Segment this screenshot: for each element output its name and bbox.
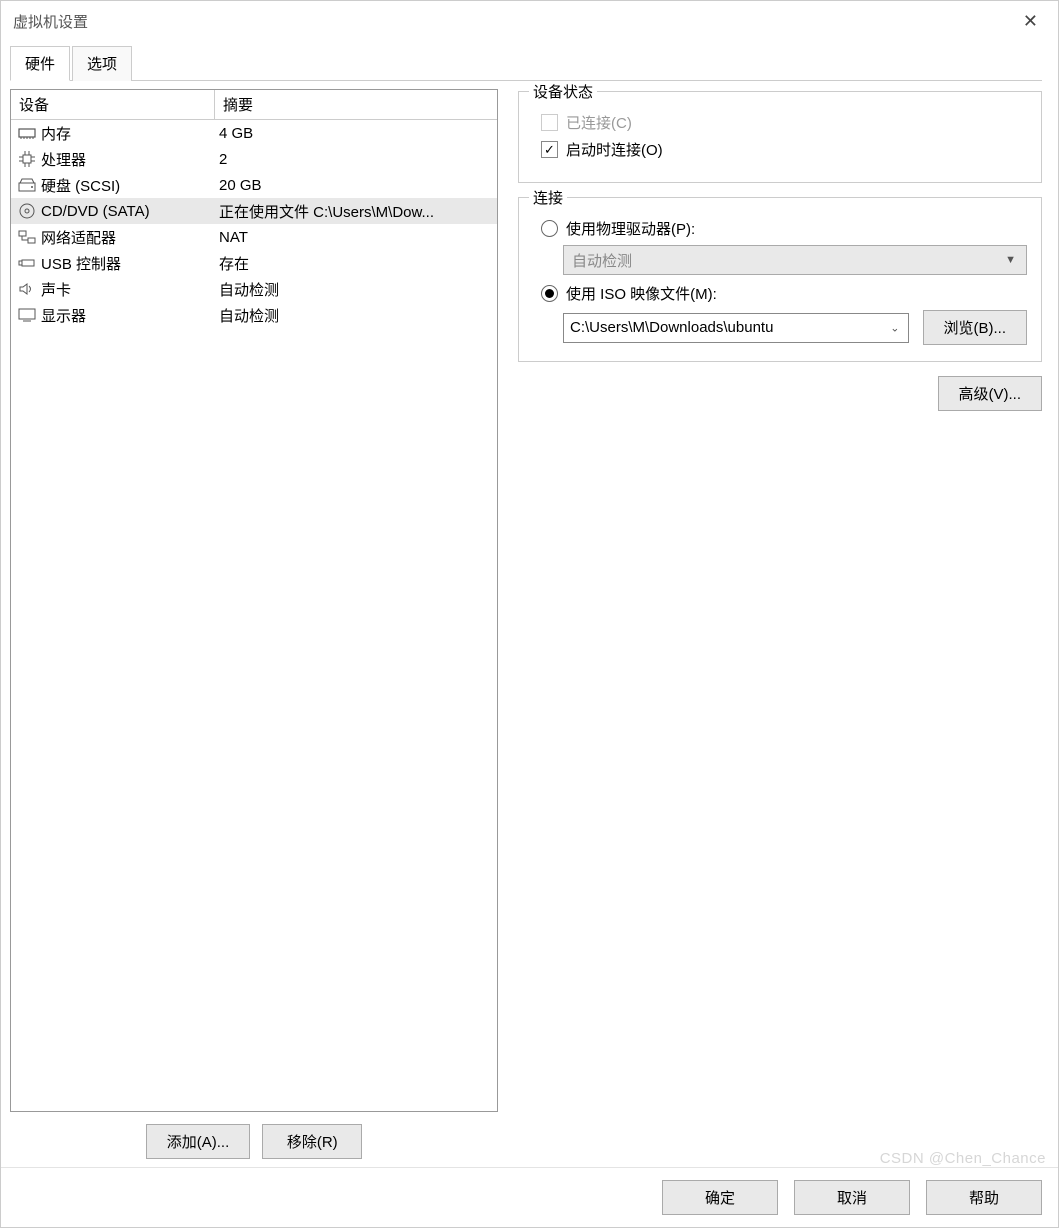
radio-use-iso[interactable]: 使用 ISO 映像文件(M): [541, 283, 1027, 304]
device-label: CD/DVD (SATA) [41, 203, 219, 220]
close-icon[interactable]: ✕ [1015, 11, 1046, 32]
tab-bar: 硬件 选项 [10, 45, 1042, 81]
checkbox-icon[interactable]: ✓ [541, 141, 558, 158]
device-row-disk[interactable]: 硬盘 (SCSI) 20 GB [11, 172, 497, 198]
radio-label: 使用物理驱动器(P): [566, 218, 695, 239]
checkbox-icon [541, 114, 558, 131]
group-legend: 设备状态 [529, 81, 597, 102]
col-header-summary: 摘要 [215, 90, 497, 119]
device-summary: 4 GB [219, 125, 491, 142]
device-label: USB 控制器 [41, 253, 219, 274]
device-row-memory[interactable]: 内存 4 GB [11, 120, 497, 146]
device-row-network[interactable]: 网络适配器 NAT [11, 224, 497, 250]
device-label: 声卡 [41, 279, 219, 300]
device-label: 处理器 [41, 149, 219, 170]
radio-icon[interactable] [541, 285, 558, 302]
device-row-sound[interactable]: 声卡 自动检测 [11, 276, 497, 302]
radio-icon[interactable] [541, 220, 558, 237]
network-icon [17, 228, 37, 246]
col-header-device: 设备 [11, 90, 215, 119]
device-summary: 自动检测 [219, 279, 491, 300]
device-summary: 2 [219, 151, 491, 168]
browse-button[interactable]: 浏览(B)... [923, 310, 1028, 345]
disk-icon [17, 176, 37, 194]
window-title: 虚拟机设置 [13, 11, 1015, 32]
add-button[interactable]: 添加(A)... [146, 1124, 251, 1159]
titlebar: 虚拟机设置 ✕ [1, 1, 1058, 41]
dialog-footer: 确定 取消 帮助 [1, 1167, 1058, 1227]
ok-button[interactable]: 确定 [662, 1180, 778, 1215]
device-summary: NAT [219, 229, 491, 246]
device-row-cddvd[interactable]: CD/DVD (SATA) 正在使用文件 C:\Users\M\Dow... [11, 198, 497, 224]
device-list-header: 设备 摘要 [11, 90, 497, 120]
display-icon [17, 306, 37, 324]
sound-icon [17, 280, 37, 298]
checkbox-connect-on-power[interactable]: ✓ 启动时连接(O) [541, 139, 1027, 160]
cpu-icon [17, 150, 37, 168]
physical-drive-select: 自动检测 ▼ [563, 245, 1027, 275]
radio-use-physical[interactable]: 使用物理驱动器(P): [541, 218, 1027, 239]
advanced-button[interactable]: 高级(V)... [938, 376, 1043, 411]
checkbox-connected: 已连接(C) [541, 112, 1027, 133]
remove-button[interactable]: 移除(R) [262, 1124, 362, 1159]
select-value: 自动检测 [572, 250, 632, 271]
connection-group: 连接 使用物理驱动器(P): 自动检测 ▼ 使用 ISO 映像文件(M): [518, 197, 1042, 362]
checkbox-label: 已连接(C) [566, 112, 632, 133]
cd-icon [17, 202, 37, 220]
usb-icon [17, 254, 37, 272]
chevron-down-icon: ▼ [1005, 254, 1016, 266]
device-summary: 正在使用文件 C:\Users\M\Dow... [219, 201, 491, 222]
device-row-cpu[interactable]: 处理器 2 [11, 146, 497, 172]
device-summary: 存在 [219, 253, 491, 274]
tab-options[interactable]: 选项 [72, 46, 132, 81]
device-row-display[interactable]: 显示器 自动检测 [11, 302, 497, 328]
device-label: 硬盘 (SCSI) [41, 175, 219, 196]
radio-label: 使用 ISO 映像文件(M): [566, 283, 717, 304]
device-list[interactable]: 设备 摘要 内存 4 GB 处理器 2 硬盘 [10, 89, 498, 1112]
device-status-group: 设备状态 已连接(C) ✓ 启动时连接(O) [518, 91, 1042, 183]
tab-hardware[interactable]: 硬件 [10, 46, 70, 81]
iso-path-input[interactable]: C:\Users\M\Downloads\ubuntu ⌄ [563, 313, 909, 343]
cancel-button[interactable]: 取消 [794, 1180, 910, 1215]
device-summary: 20 GB [219, 177, 491, 194]
chevron-down-icon[interactable]: ⌄ [890, 321, 899, 334]
device-label: 显示器 [41, 305, 219, 326]
help-button[interactable]: 帮助 [926, 1180, 1042, 1215]
memory-icon [17, 124, 37, 142]
device-label: 网络适配器 [41, 227, 219, 248]
device-label: 内存 [41, 123, 219, 144]
device-summary: 自动检测 [219, 305, 491, 326]
group-legend: 连接 [529, 187, 567, 208]
checkbox-label: 启动时连接(O) [566, 139, 663, 160]
iso-path-value: C:\Users\M\Downloads\ubuntu [570, 319, 773, 336]
device-row-usb[interactable]: USB 控制器 存在 [11, 250, 497, 276]
